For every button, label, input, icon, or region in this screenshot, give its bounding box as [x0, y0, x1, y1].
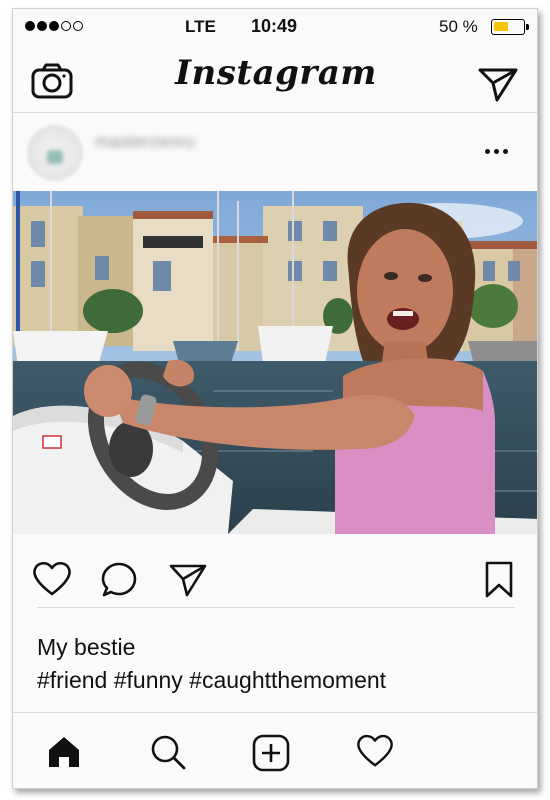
battery-icon [491, 19, 525, 35]
heart-icon[interactable] [31, 560, 73, 598]
home-icon[interactable] [45, 733, 83, 771]
activity-heart-icon[interactable] [355, 733, 395, 769]
carrier-label: LTE [185, 17, 216, 36]
post-username[interactable]: masterzenru [95, 132, 195, 152]
search-icon[interactable] [149, 733, 187, 771]
post-header: masterzenru [13, 114, 537, 192]
comment-icon[interactable] [99, 560, 139, 600]
instagram-logo[interactable]: Instagram [163, 53, 389, 93]
post-caption: My bestie #friend #funny #caughtthemomen… [37, 631, 386, 697]
avatar-logo [47, 150, 63, 164]
caption-text: My bestie [37, 634, 136, 660]
direct-message-icon[interactable] [477, 63, 519, 103]
top-nav-bar: Instagram [13, 47, 537, 113]
bottom-tab-bar [13, 712, 537, 788]
share-icon[interactable] [167, 560, 209, 600]
caption-hashtags[interactable]: #friend #funny #caughtthemoment [37, 664, 386, 697]
battery-percent: 50 % [439, 17, 478, 36]
post-photo[interactable] [13, 191, 537, 534]
status-bar: LTE 10:49 50 % [13, 9, 537, 45]
bookmark-icon[interactable] [483, 560, 515, 600]
phone-screen: LTE 10:49 50 % Instagram masterzenru My … [12, 8, 538, 789]
status-time: 10:49 [251, 16, 298, 36]
battery-tip [526, 24, 529, 30]
add-post-icon[interactable] [251, 733, 291, 773]
caption-divider [37, 607, 515, 608]
signal-strength-icon [25, 21, 83, 31]
more-options-icon[interactable] [485, 144, 515, 158]
post-actions [13, 534, 537, 609]
camera-icon[interactable] [30, 62, 74, 100]
